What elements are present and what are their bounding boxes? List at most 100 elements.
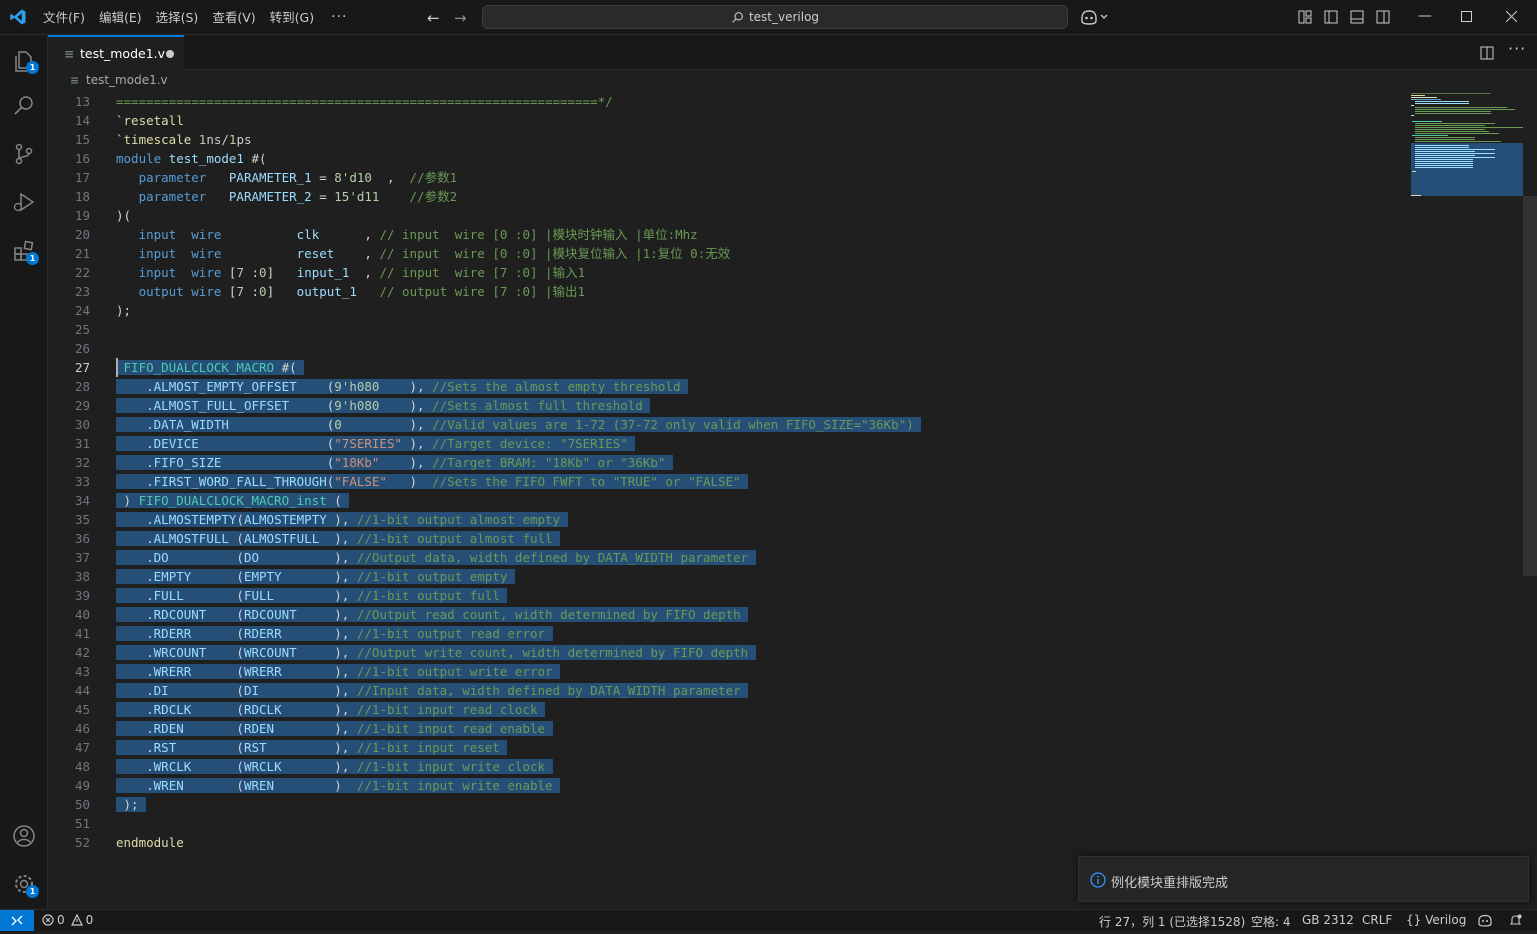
file-type-icon: ≡ xyxy=(70,74,80,87)
code-line[interactable]: `resetall xyxy=(116,111,184,130)
code-line[interactable]: .EMPTY (EMPTY ), //1-bit output empty xyxy=(116,567,515,586)
split-editor-icon[interactable] xyxy=(1480,46,1494,60)
copilot-icon[interactable] xyxy=(1080,9,1110,25)
warning-count: 0 xyxy=(85,913,94,927)
line-number: 18 xyxy=(74,189,90,204)
notifications-bell-icon[interactable] xyxy=(1509,914,1522,927)
code-line[interactable]: .RDCLK (RDCLK ), //1-bit input read cloc… xyxy=(116,700,546,719)
code-line[interactable]: )( xyxy=(116,206,131,225)
code-editor[interactable]: 13 14 15 16 17 18 19 20 21 22 23 24 25 26 27 28 29 30 31 32… xyxy=(48,92,1537,909)
vertical-scrollbar[interactable] xyxy=(1523,196,1537,576)
toggle-secondary-sidebar-icon[interactable] xyxy=(1376,10,1390,24)
more-actions-icon[interactable]: ··· xyxy=(1508,39,1526,58)
remote-indicator[interactable] xyxy=(0,910,34,931)
menu-more[interactable]: ··· xyxy=(321,0,357,35)
toggle-primary-sidebar-icon[interactable] xyxy=(1324,10,1338,24)
line-number: 43 xyxy=(74,664,90,679)
code-line[interactable]: `timescale 1ns/1ps xyxy=(116,130,252,149)
code-line[interactable]: .WRCLK (WRCLK ), //1-bit input write clo… xyxy=(116,757,553,776)
warning-icon xyxy=(70,914,83,926)
breadcrumb-file[interactable]: test_mode1.v xyxy=(86,73,168,87)
code-line[interactable]: .DI (DI ), //Input data, width defined b… xyxy=(116,681,749,700)
cursor-position[interactable]: 行 27，列 1 (已选择1528) xyxy=(1099,913,1245,930)
code-line[interactable]: input wire reset , // input wire [0 :0] … xyxy=(116,244,731,263)
close-icon[interactable] xyxy=(1506,11,1517,22)
code-line[interactable]: .RDERR (RDERR ), //1-bit output read err… xyxy=(116,624,553,643)
copilot-status-icon[interactable] xyxy=(1478,914,1492,927)
search-icon[interactable] xyxy=(12,94,36,118)
language-mode[interactable]: {} Verilog xyxy=(1406,913,1466,927)
line-number: 45 xyxy=(74,702,90,717)
menu-file[interactable]: 文件(F) xyxy=(36,0,92,35)
menu-selection[interactable]: 选择(S) xyxy=(149,0,206,35)
indentation[interactable]: 空格: 4 xyxy=(1251,913,1291,930)
command-center-search[interactable]: test_verilog xyxy=(482,5,1068,29)
unsaved-dot-icon[interactable] xyxy=(166,50,174,58)
code-line[interactable]: FIFO_DUALCLOCK_MACRO #( xyxy=(116,358,305,377)
run-debug-icon[interactable] xyxy=(12,190,36,214)
code-line[interactable]: .FULL (FULL ), //1-bit output full xyxy=(116,586,508,605)
code-line[interactable]: ); xyxy=(116,795,147,814)
code-line[interactable]: input wire clk , // input wire [0 :0] |模… xyxy=(116,225,698,244)
line-number: 50 xyxy=(74,797,90,812)
code-line[interactable]: .RDEN (RDEN ), //1-bit input read enable xyxy=(116,719,553,738)
code-line[interactable]: .WRCOUNT (WRCOUNT ), //Output write coun… xyxy=(116,643,756,662)
code-line[interactable]: .ALMOST_FULL_OFFSET (9'h080 ), //Sets al… xyxy=(116,396,651,415)
code-line[interactable]: .ALMOST_EMPTY_OFFSET (9'h080 ), //Sets t… xyxy=(116,377,689,396)
menu-go[interactable]: 转到(G) xyxy=(263,0,321,35)
code-line[interactable]: endmodule xyxy=(116,833,184,852)
minimap[interactable] xyxy=(1411,92,1523,212)
line-number: 17 xyxy=(74,170,90,185)
account-icon[interactable] xyxy=(12,824,36,848)
code-line[interactable]: .RDCOUNT (RDCOUNT ), //Output read count… xyxy=(116,605,749,624)
notification-toast[interactable]: 例化模块重排版完成 xyxy=(1078,856,1529,902)
language-label: Verilog xyxy=(1425,913,1467,927)
line-number: 26 xyxy=(74,341,90,356)
arrow-left-icon[interactable]: ← xyxy=(427,9,440,27)
menu-view[interactable]: 查看(V) xyxy=(205,0,262,35)
code-line[interactable]: output wire [7 :0] output_1 // output wi… xyxy=(116,282,586,301)
code-line[interactable]: .DATA_WIDTH (0 ), //Valid values are 1-7… xyxy=(116,415,922,434)
line-number: 31 xyxy=(74,436,90,451)
line-number: 25 xyxy=(74,322,90,337)
end-of-line[interactable]: CRLF xyxy=(1362,913,1392,927)
code-line[interactable]: ) FIFO_DUALCLOCK_MACRO_inst ( xyxy=(116,491,350,510)
problems-indicator[interactable]: 0 0 xyxy=(42,913,93,927)
breadcrumb: ≡ test_mode1.v xyxy=(48,70,1537,92)
line-number: 47 xyxy=(74,740,90,755)
code-line[interactable]: input wire [7 :0] input_1 , // input wir… xyxy=(116,263,586,282)
code-line[interactable]: .ALMOSTFULL (ALMOSTFULL ), //1-bit outpu… xyxy=(116,529,561,548)
code-line[interactable]: .RST (RST ), //1-bit input reset xyxy=(116,738,508,757)
line-number: 21 xyxy=(74,246,90,261)
code-line[interactable]: .DO (DO ), //Output data, width defined … xyxy=(116,548,756,567)
line-number: 41 xyxy=(74,626,90,641)
line-number: 33 xyxy=(74,474,90,489)
code-line[interactable]: .FIRST_WORD_FALL_THROUGH("FALSE" ) //Set… xyxy=(116,472,749,491)
code-line[interactable]: parameter PARAMETER_1 = 8'd10 , //参数1 xyxy=(116,168,458,187)
maximize-icon[interactable] xyxy=(1461,11,1472,22)
line-number: 46 xyxy=(74,721,90,736)
code-line[interactable]: parameter PARAMETER_2 = 15'd11 //参数2 xyxy=(116,187,458,206)
menu-edit[interactable]: 编辑(E) xyxy=(92,0,149,35)
toggle-panel-icon[interactable] xyxy=(1350,10,1364,24)
arrow-right-icon[interactable]: → xyxy=(454,9,467,27)
code-line[interactable]: ========================================… xyxy=(116,92,613,111)
line-number: 44 xyxy=(74,683,90,698)
line-number: 38 xyxy=(74,569,90,584)
file-encoding[interactable]: GB 2312 xyxy=(1302,913,1354,927)
tab-test-mode1[interactable]: ≡ test_mode1.v xyxy=(48,35,184,70)
minimize-icon[interactable]: — xyxy=(1418,8,1432,24)
code-line[interactable]: module test_mode1 #( xyxy=(116,149,267,168)
code-line[interactable]: .FIFO_SIZE ("18Kb" ), //Target BRAM: "18… xyxy=(116,453,673,472)
settings-badge: 1 xyxy=(26,885,39,898)
notification-message: 例化模块重排版完成 xyxy=(1111,876,1229,891)
code-line[interactable]: .ALMOSTEMPTY(ALMOSTEMPTY ), //1-bit outp… xyxy=(116,510,568,529)
info-icon xyxy=(1090,872,1106,888)
code-line[interactable]: .DEVICE ("7SERIES" ), //Target device: "… xyxy=(116,434,636,453)
code-line[interactable]: ); xyxy=(116,301,131,320)
code-line[interactable]: .WREN (WREN ) //1-bit input write enable xyxy=(116,776,561,795)
customize-layout-icon[interactable] xyxy=(1298,10,1312,24)
extensions-badge: 1 xyxy=(26,252,39,265)
source-control-icon[interactable] xyxy=(12,142,36,166)
code-line[interactable]: .WRERR (WRERR ), //1-bit output write er… xyxy=(116,662,561,681)
